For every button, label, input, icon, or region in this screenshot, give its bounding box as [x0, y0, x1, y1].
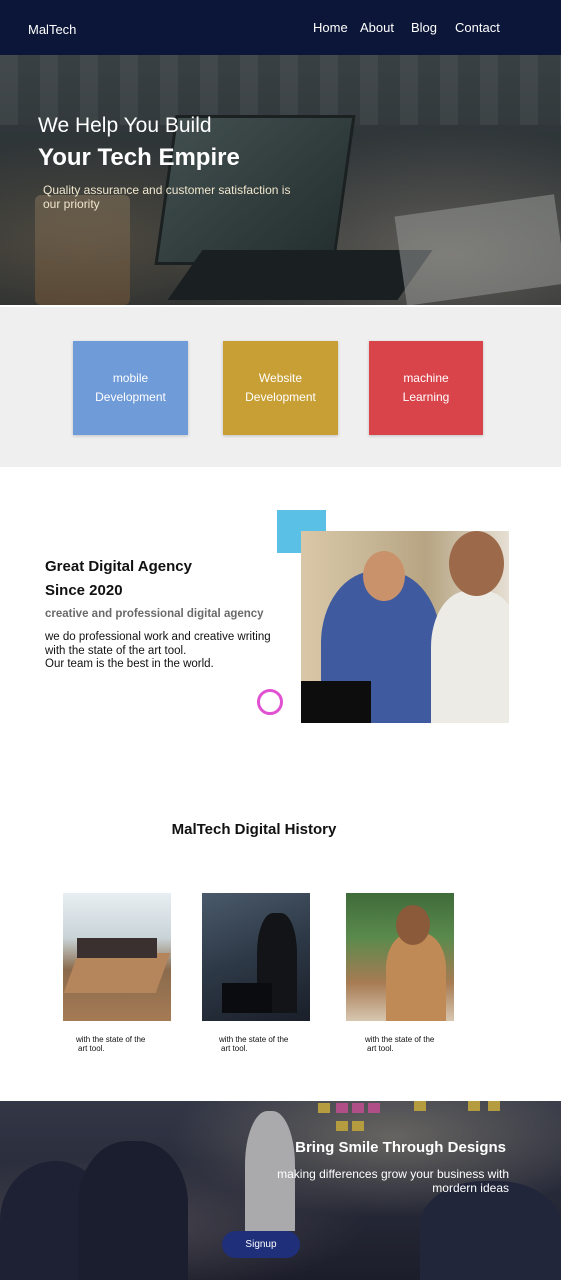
photo-people-shape [77, 938, 157, 958]
hero-banner: We Help You Build Your Tech Empire Quali… [0, 55, 561, 305]
cta-subtitle-line2: mordern ideas [432, 1181, 509, 1195]
services-section: mobile Development Website Development m… [0, 307, 561, 467]
history-caption: with the state of the art tool. [76, 1035, 186, 1053]
photo-person-shape [396, 905, 430, 945]
history-caption-line2: art tool. [78, 1044, 105, 1053]
service-card-website[interactable]: Website Development [223, 341, 338, 435]
service-card-label-line1: machine [403, 371, 449, 385]
about-title-line1: Great Digital Agency [45, 558, 192, 575]
history-caption: with the state of the art tool. [219, 1035, 329, 1053]
about-body-line1: we do professional work and creative wri… [45, 631, 271, 643]
hero-heading-line2: Your Tech Empire [38, 144, 240, 171]
nav-link-about[interactable]: About [360, 20, 394, 35]
about-subtitle: creative and professional digital agency [45, 608, 264, 620]
cta-subtitle-line1: making differences grow your business wi… [277, 1167, 509, 1181]
history-photo-office [202, 893, 310, 1021]
nav-link-home[interactable]: Home [313, 20, 348, 35]
history-photo-meeting [63, 893, 171, 1021]
service-card-label-line1: mobile [112, 371, 149, 385]
photo-person-shape [449, 531, 504, 596]
hero-overlay [0, 55, 561, 305]
signup-button[interactable]: Signup [222, 1231, 300, 1258]
cta-subtitle: making differences grow your business wi… [270, 1167, 509, 1195]
nav-link-blog[interactable]: Blog [411, 20, 437, 35]
history-title: MalTech Digital History [171, 821, 337, 838]
cta-title: Bring Smile Through Designs [295, 1139, 506, 1156]
about-team-photo [301, 531, 509, 723]
history-caption: with the state of the art tool. [365, 1035, 475, 1053]
history-caption-line2: art tool. [221, 1044, 248, 1053]
decorative-pink-ring [257, 689, 283, 715]
history-caption-line1: with the state of the [219, 1035, 289, 1044]
photo-person-shape [431, 591, 509, 723]
history-photo-coffee [346, 893, 454, 1021]
history-caption-line1: with the state of the [76, 1035, 146, 1044]
nav-link-contact[interactable]: Contact [455, 20, 500, 35]
hero-subtitle: Quality assurance and customer satisfact… [43, 183, 291, 211]
service-card-label-line2: Development [245, 390, 316, 404]
top-navbar: MalTech Home About Blog Contact [0, 0, 561, 55]
service-card-label-line2: Learning [402, 390, 450, 404]
history-caption-line2: art tool. [367, 1044, 394, 1053]
about-body-text: we do professional work and creative wri… [45, 631, 295, 672]
about-title-line2: Since 2020 [45, 582, 123, 599]
history-caption-line1: with the state of the [365, 1035, 435, 1044]
service-card-machine-learning[interactable]: machine Learning [369, 341, 483, 435]
about-body-line2: with the state of the art tool. [45, 644, 187, 657]
photo-table-shape [63, 953, 171, 993]
photo-person-shape [386, 933, 446, 1021]
photo-laptop-shape [222, 983, 272, 1013]
cta-banner: Bring Smile Through Designs making diffe… [0, 1101, 561, 1280]
photo-person-shape [363, 551, 405, 601]
about-body-line3: Our team is the best in the world. [45, 658, 214, 670]
service-card-label-line2: Development [95, 390, 166, 404]
service-card-mobile[interactable]: mobile Development [73, 341, 188, 435]
hero-heading-line1: We Help You Build [38, 114, 212, 137]
brand-logo[interactable]: MalTech [28, 22, 76, 37]
service-card-label-line1: Website [258, 371, 303, 385]
photo-laptop-shape [301, 681, 371, 723]
